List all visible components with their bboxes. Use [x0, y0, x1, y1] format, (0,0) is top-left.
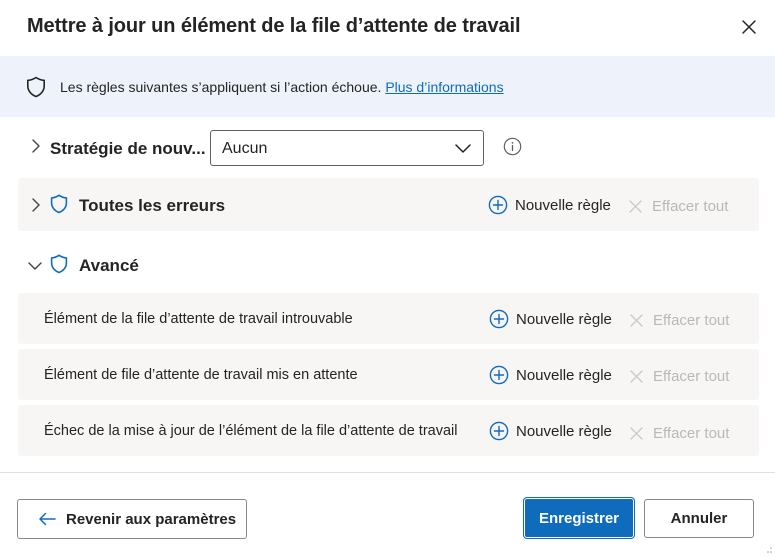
- dropdown-selected-value: Aucun: [222, 140, 268, 157]
- clear-all-button[interactable]: Effacer tout: [629, 368, 729, 385]
- resize-grip-icon[interactable]: [763, 545, 773, 555]
- arrow-left-icon: [39, 512, 56, 526]
- clear-all-label: Effacer tout: [652, 198, 729, 215]
- rules-dialog: Mettre à jour un élément de la file d’at…: [0, 0, 775, 557]
- clear-all-label: Effacer tout: [653, 425, 730, 442]
- advanced-label: Avancé: [79, 256, 139, 275]
- new-rule-button[interactable]: Nouvelle règle: [489, 309, 612, 329]
- close-icon[interactable]: [741, 19, 757, 35]
- add-circle-icon: [489, 309, 509, 329]
- rule-item-not-found: Élément de la file d’attente de travail …: [18, 293, 759, 344]
- clear-all-button[interactable]: Effacer tout: [629, 425, 729, 442]
- rule-item-on-hold: Élément de file d’attente de travail mis…: [18, 349, 759, 400]
- new-rule-button[interactable]: Nouvelle règle: [489, 365, 612, 385]
- chevron-right-icon[interactable]: [29, 198, 43, 212]
- all-errors-label: Toutes les erreurs: [79, 196, 226, 215]
- clear-all-label: Effacer tout: [653, 312, 730, 329]
- banner-text: Les règles suivantes s’appliquent si l’a…: [60, 79, 504, 95]
- more-info-link[interactable]: Plus d’informations: [385, 79, 503, 95]
- close-icon: [630, 314, 643, 327]
- retry-strategy-dropdown[interactable]: Aucun: [210, 130, 484, 166]
- new-rule-label: Nouvelle règle: [515, 196, 611, 214]
- clear-all-label: Effacer tout: [653, 368, 730, 385]
- add-circle-icon: [489, 365, 509, 385]
- dialog-title: Mettre à jour un élément de la file d’at…: [27, 15, 521, 37]
- info-icon[interactable]: [503, 137, 522, 156]
- back-button-label: Revenir aux paramètres: [66, 510, 237, 528]
- new-rule-label: Nouvelle règle: [516, 366, 612, 384]
- add-circle-icon: [488, 195, 508, 215]
- back-to-settings-button[interactable]: Revenir aux paramètres: [17, 499, 247, 539]
- chevron-right-icon[interactable]: [29, 139, 43, 153]
- save-button[interactable]: Enregistrer: [523, 497, 635, 539]
- close-icon: [629, 200, 642, 213]
- rule-item-label: Élément de la file d’attente de travail …: [44, 311, 353, 327]
- new-rule-button[interactable]: Nouvelle règle: [488, 195, 611, 215]
- advanced-group-header: Avancé: [0, 251, 775, 279]
- shield-icon: [50, 254, 68, 274]
- close-icon: [630, 370, 643, 383]
- cancel-button[interactable]: Annuler: [644, 499, 754, 538]
- new-rule-button[interactable]: Nouvelle règle: [489, 421, 612, 441]
- retry-strategy-row: Stratégie de nouv... Aucun: [0, 130, 775, 166]
- shield-icon: [50, 194, 68, 214]
- footer-divider: [0, 472, 775, 473]
- rule-item-label: Élément de file d’attente de travail mis…: [44, 367, 358, 383]
- rule-item-update-failed: Échec de la mise à jour de l’élément de …: [18, 405, 759, 456]
- close-icon: [630, 427, 643, 440]
- clear-all-button[interactable]: Effacer tout: [629, 312, 729, 329]
- close-button[interactable]: [737, 15, 761, 39]
- retry-strategy-label: Stratégie de nouv...: [50, 139, 206, 158]
- new-rule-label: Nouvelle règle: [516, 422, 612, 440]
- clear-all-button[interactable]: Effacer tout: [628, 198, 728, 215]
- all-errors-group: Toutes les erreurs Nouvelle règle Efface…: [18, 178, 759, 231]
- rule-item-label: Échec de la mise à jour de l’élément de …: [44, 423, 458, 439]
- chevron-down-icon: [455, 144, 471, 153]
- info-banner: Les règles suivantes s’appliquent si l’a…: [0, 56, 775, 117]
- add-circle-icon: [489, 421, 509, 441]
- new-rule-label: Nouvelle règle: [516, 310, 612, 328]
- shield-icon: [27, 76, 45, 98]
- chevron-down-icon[interactable]: [28, 259, 42, 273]
- banner-message: Les règles suivantes s’appliquent si l’a…: [60, 79, 386, 95]
